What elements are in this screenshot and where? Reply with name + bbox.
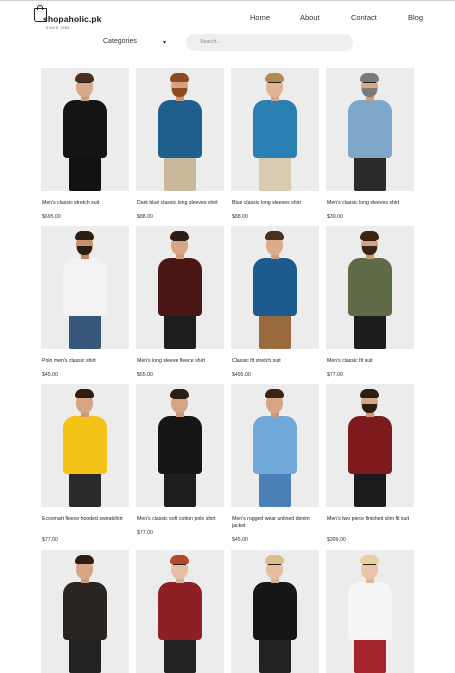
model-figure <box>231 550 319 673</box>
product-card[interactable]: Ecosmart fleece hooded sweatshirt $77.00 <box>41 384 129 543</box>
product-card[interactable]: Men's classic stretch suit $695.00 <box>41 68 129 220</box>
product-price: $495.00 <box>232 372 251 378</box>
product-image[interactable] <box>41 550 129 673</box>
product-card[interactable] <box>41 550 129 673</box>
product-price: $45.00 <box>42 372 58 378</box>
nav-home[interactable]: Home <box>250 13 270 22</box>
product-image[interactable] <box>41 226 129 349</box>
product-image[interactable] <box>326 226 414 349</box>
model-figure <box>231 68 319 191</box>
product-price: $39.00 <box>327 214 343 220</box>
product-card[interactable]: Dark blue classic long sleeves shirt $88.… <box>136 68 224 220</box>
product-card[interactable] <box>136 550 224 673</box>
logo-text: shopaholic.pk <box>43 14 102 24</box>
product-title[interactable]: Blue classic long sleeves shirt <box>232 200 320 207</box>
product-card[interactable]: Men's rugged wear unlined denim jacket $4… <box>231 384 319 543</box>
model-figure <box>41 550 129 673</box>
product-price: $695.00 <box>42 214 61 220</box>
product-title[interactable]: Men's two piece finished slim fit suit <box>327 516 415 523</box>
product-card[interactable]: Men's classic soft cotton polo shirt $77.… <box>136 384 224 536</box>
product-title[interactable]: Men's classic fit suit <box>327 358 415 365</box>
product-title[interactable]: Classic fit stretch suit <box>232 358 320 365</box>
product-image[interactable] <box>326 550 414 673</box>
product-image[interactable] <box>231 384 319 507</box>
product-image[interactable] <box>231 226 319 349</box>
product-image[interactable] <box>41 68 129 191</box>
model-figure <box>326 68 414 191</box>
model-figure <box>41 68 129 191</box>
categories-dropdown[interactable]: Categories ▾ <box>103 38 173 50</box>
product-card[interactable] <box>326 550 414 673</box>
product-title[interactable]: Men's classic long sleeves shirt <box>327 200 415 207</box>
product-image[interactable] <box>136 68 224 191</box>
product-title[interactable]: Dark blue classic long sleeves shirt <box>137 200 225 207</box>
logo-tagline: SINCE 1985 <box>46 26 70 30</box>
product-image[interactable] <box>231 550 319 673</box>
model-figure <box>41 384 129 507</box>
product-price: $65.00 <box>137 372 153 378</box>
nav-contact[interactable]: Contact <box>351 13 377 22</box>
categories-label: Categories <box>103 38 137 45</box>
search-input[interactable]: Search... <box>186 34 353 51</box>
product-price: $77.00 <box>137 530 153 536</box>
model-figure <box>326 226 414 349</box>
product-image[interactable] <box>136 226 224 349</box>
product-card[interactable]: Blue classic long sleeves shirt $88.00 <box>231 68 319 220</box>
model-figure <box>41 226 129 349</box>
product-title[interactable]: Polo men's classic shirt <box>42 358 130 365</box>
model-figure <box>326 384 414 507</box>
nav-about[interactable]: About <box>300 13 320 22</box>
product-card[interactable]: Men's two piece finished slim fit suit $3… <box>326 384 414 543</box>
product-image[interactable] <box>136 550 224 673</box>
chevron-down-icon: ▾ <box>163 40 167 46</box>
product-title[interactable]: Men's classic stretch suit <box>42 200 130 207</box>
logo[interactable]: shopaholic.pk SINCE 1985 <box>33 5 103 31</box>
product-title[interactable]: Ecosmart fleece hooded sweatshirt <box>42 516 130 523</box>
product-card[interactable] <box>231 550 319 673</box>
product-image[interactable] <box>326 68 414 191</box>
product-image[interactable] <box>231 68 319 191</box>
product-card[interactable]: Classic fit stretch suit $495.00 <box>231 226 319 378</box>
product-card[interactable]: Men's classic fit suit $77.00 <box>326 226 414 378</box>
product-image[interactable] <box>326 384 414 507</box>
product-price: $88.00 <box>137 214 153 220</box>
product-card[interactable]: Men's long sleeve fleece shirt $65.00 <box>136 226 224 378</box>
product-title[interactable]: Men's classic soft cotton polo shirt <box>137 516 225 523</box>
top-border <box>0 0 455 1</box>
model-figure <box>136 550 224 673</box>
product-price: $45.00 <box>232 537 248 543</box>
model-figure <box>231 226 319 349</box>
model-figure <box>231 384 319 507</box>
product-card[interactable]: Polo men's classic shirt $45.00 <box>41 226 129 378</box>
product-price: $77.00 <box>42 537 58 543</box>
product-price: $399.00 <box>327 537 346 543</box>
nav-blog[interactable]: Blog <box>408 13 423 22</box>
product-card[interactable]: Men's classic long sleeves shirt $39.00 <box>326 68 414 220</box>
model-figure <box>136 68 224 191</box>
model-figure <box>326 550 414 673</box>
product-title[interactable]: Men's rugged wear unlined denim jacket <box>232 516 320 530</box>
product-price: $88.00 <box>232 214 248 220</box>
model-figure <box>136 226 224 349</box>
product-image[interactable] <box>41 384 129 507</box>
model-figure <box>136 384 224 507</box>
product-title[interactable]: Men's long sleeve fleece shirt <box>137 358 225 365</box>
product-price: $77.00 <box>327 372 343 378</box>
product-image[interactable] <box>136 384 224 507</box>
